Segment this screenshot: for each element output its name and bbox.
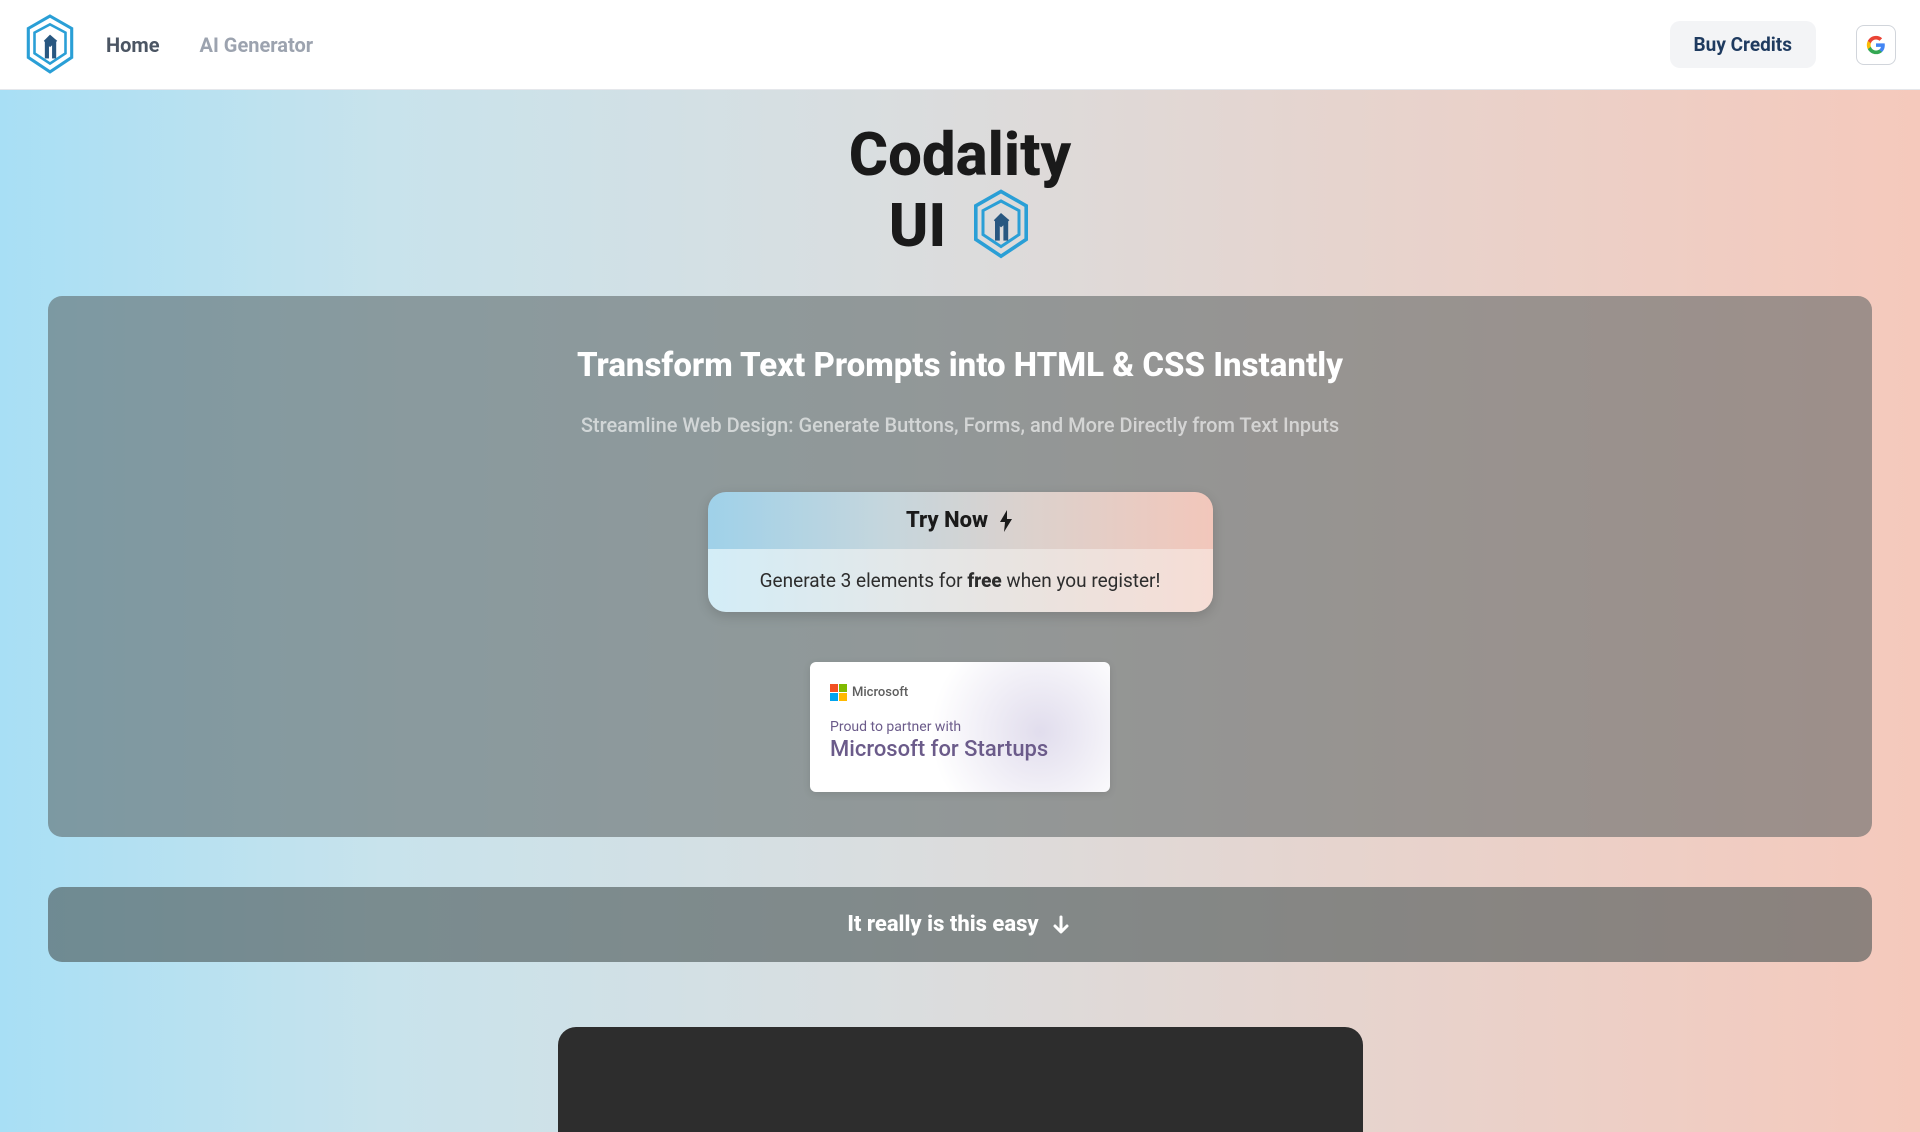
try-now-button[interactable]: Try Now	[708, 492, 1213, 549]
hero-title-line2: UI	[889, 191, 947, 260]
hero-title: Codality UI	[0, 120, 1920, 261]
app-logo[interactable]	[24, 14, 76, 76]
header: Home AI Generator Buy Credits	[0, 0, 1920, 90]
arrow-down-icon	[1049, 913, 1073, 937]
easy-banner-text: It really is this easy	[847, 912, 1038, 937]
card-heading: Transform Text Prompts into HTML & CSS I…	[88, 346, 1832, 385]
ms-partner-line2: Microsoft for Startups	[830, 737, 1090, 762]
lightning-icon	[998, 510, 1014, 532]
nav-ai-generator[interactable]: AI Generator	[200, 33, 314, 57]
easy-banner: It really is this easy	[48, 887, 1872, 962]
microsoft-logo: Microsoft	[830, 684, 1090, 701]
header-right: Buy Credits	[1670, 21, 1896, 68]
buy-credits-button[interactable]: Buy Credits	[1670, 21, 1816, 68]
hero-title-line1: Codality	[849, 120, 1071, 189]
promo-prefix: Generate 3 elements for	[760, 569, 968, 592]
microsoft-partner-badge: Microsoft Proud to partner with Microsof…	[810, 662, 1110, 792]
ms-partner-line1: Proud to partner with	[830, 719, 1090, 735]
header-left: Home AI Generator	[24, 14, 313, 76]
hero-title-row: UI	[0, 189, 1920, 261]
logo-icon	[24, 14, 76, 76]
main-content: Codality UI Transform Text Prompts into …	[0, 90, 1920, 1132]
microsoft-squares-icon	[830, 684, 847, 701]
microsoft-brand-text: Microsoft	[852, 685, 908, 700]
try-now-promo: Generate 3 elements for free when you re…	[708, 549, 1213, 612]
nav-home[interactable]: Home	[106, 33, 160, 57]
try-now-label: Try Now	[906, 508, 988, 533]
promo-suffix: when you register!	[1002, 569, 1161, 592]
card-subheading: Streamline Web Design: Generate Buttons,…	[88, 413, 1832, 437]
hero-logo-icon	[971, 189, 1031, 261]
google-icon	[1866, 35, 1886, 55]
google-signin-button[interactable]	[1856, 25, 1896, 65]
promo-free: free	[967, 569, 1001, 592]
nav-links: Home AI Generator	[106, 33, 313, 57]
try-now-container: Try Now Generate 3 elements for free whe…	[708, 492, 1213, 612]
content-card: Transform Text Prompts into HTML & CSS I…	[48, 296, 1872, 837]
